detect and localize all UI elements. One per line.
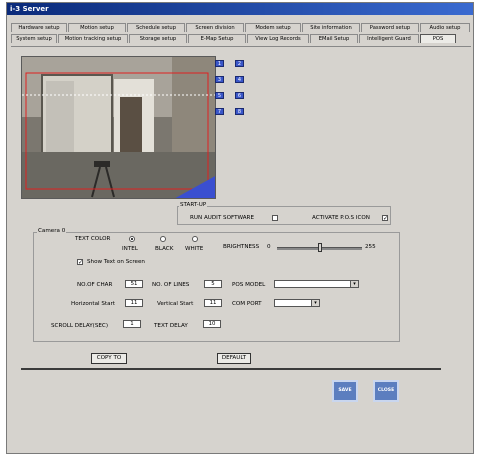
save-button[interactable]: SAVE [332, 380, 358, 402]
text-color-label: TEXT COLOR [75, 236, 111, 242]
app-window: i-3 Server Hardware setup Motion setup S… [6, 2, 474, 454]
title-bar: i-3 Server [7, 3, 473, 15]
brightness-max-label: 255 [365, 244, 376, 250]
tab-site-information[interactable]: Site information [302, 23, 360, 32]
no-of-lines-field[interactable]: 5 [204, 280, 222, 288]
camera-5-button[interactable]: 5 [215, 92, 224, 99]
tab-intelligent-guard[interactable]: Intelligent Guard [359, 34, 419, 43]
no-of-lines-label: NO. OF LINES [152, 282, 190, 288]
copy-to-button[interactable]: COPY TO [91, 353, 127, 364]
no-of-char-label: NO.OF CHAR [77, 282, 113, 288]
run-audit-label: RUN AUDIT SOFTWARE [190, 215, 254, 221]
chevron-down-icon: ▾ [311, 300, 319, 306]
chevron-down-icon: ▾ [350, 281, 358, 287]
startup-title: START-UP [179, 202, 208, 209]
camera-group-title: Camera 0 [37, 228, 67, 235]
close-button[interactable]: CLOSE [373, 380, 399, 402]
camera-3-button[interactable]: 3 [215, 76, 224, 83]
tab-divider [11, 46, 471, 47]
tab-password-setup[interactable]: Password setup [361, 23, 419, 32]
scroll-delay-label: SCROLL DELAY(SEC) [51, 323, 109, 329]
run-audit-checkbox[interactable] [272, 215, 278, 221]
tab-motion-setup[interactable]: Motion setup [68, 23, 126, 32]
color-black-radio[interactable] [160, 236, 166, 242]
pos-model-label: POS MODEL [232, 282, 266, 288]
brightness-label: BRIGHTNESS [223, 244, 260, 250]
color-intel-radio[interactable] [129, 236, 135, 242]
show-text-label: Show Text on Screen [87, 259, 145, 265]
camera-1-button[interactable]: 1 [215, 60, 224, 67]
tab-row-2: System setup Motion tracking setup Stora… [11, 34, 457, 44]
tab-audio-setup[interactable]: Audio setup [420, 23, 470, 32]
separator-line [21, 368, 441, 370]
tab-storage-setup[interactable]: Storage setup [129, 34, 187, 43]
activate-pos-label: ACTIVATE P.O.S ICON [312, 215, 370, 221]
tab-system-setup[interactable]: System setup [11, 34, 57, 43]
scroll-delay-field[interactable]: 1 [123, 320, 141, 328]
brightness-min-label: 0 [267, 244, 271, 250]
tab-schedule-setup[interactable]: Schedule setup [127, 23, 185, 32]
no-of-char-field[interactable]: 51 [125, 280, 143, 288]
tab-row-1: Hardware setup Motion setup Schedule set… [11, 23, 471, 33]
vertical-start-field[interactable]: 11 [204, 299, 222, 307]
tab-hardware-setup[interactable]: Hardware setup [11, 23, 67, 32]
horizontal-start-label: Horizontal Start [71, 301, 116, 307]
com-port-label: COM PORT [232, 301, 262, 307]
com-port-select[interactable]: ▾ [274, 299, 320, 307]
default-button[interactable]: DEFAULT [217, 353, 251, 364]
color-white-radio[interactable] [192, 236, 198, 242]
tab-email-setup[interactable]: EMail Setup [310, 34, 358, 43]
tab-pos[interactable]: POS [420, 34, 456, 43]
camera-4-button[interactable]: 4 [235, 76, 244, 83]
color-black-label: BLACK [155, 246, 174, 252]
camera-7-button[interactable]: 7 [215, 108, 224, 115]
tab-emap-setup[interactable]: E-Map Setup [188, 34, 246, 43]
camera-2-button[interactable]: 2 [235, 60, 244, 67]
tab-screen-division[interactable]: Screen division [186, 23, 244, 32]
text-delay-label: TEXT DELAY [154, 323, 188, 329]
vertical-start-label: Vertical Start [157, 301, 194, 307]
camera-8-button[interactable]: 8 [235, 108, 244, 115]
tab-view-log-records[interactable]: View Log Records [247, 34, 309, 43]
text-delay-field[interactable]: 10 [203, 320, 221, 328]
color-white-label: WHITE [185, 246, 204, 252]
color-intel-label: INTEL [122, 246, 138, 252]
show-text-checkbox[interactable]: ✓ [77, 259, 83, 266]
pos-model-select[interactable]: ▾ [274, 280, 359, 288]
activate-pos-checkbox[interactable]: ✓ [382, 215, 388, 222]
horizontal-start-field[interactable]: 11 [125, 299, 143, 307]
tab-modem-setup[interactable]: Modem setup [245, 23, 301, 32]
camera-6-button[interactable]: 6 [235, 92, 244, 99]
camera-preview [21, 56, 216, 199]
camera-preview-image [22, 57, 215, 198]
tab-motion-tracking-setup[interactable]: Motion tracking setup [58, 34, 128, 43]
brightness-slider-thumb[interactable] [317, 243, 322, 252]
